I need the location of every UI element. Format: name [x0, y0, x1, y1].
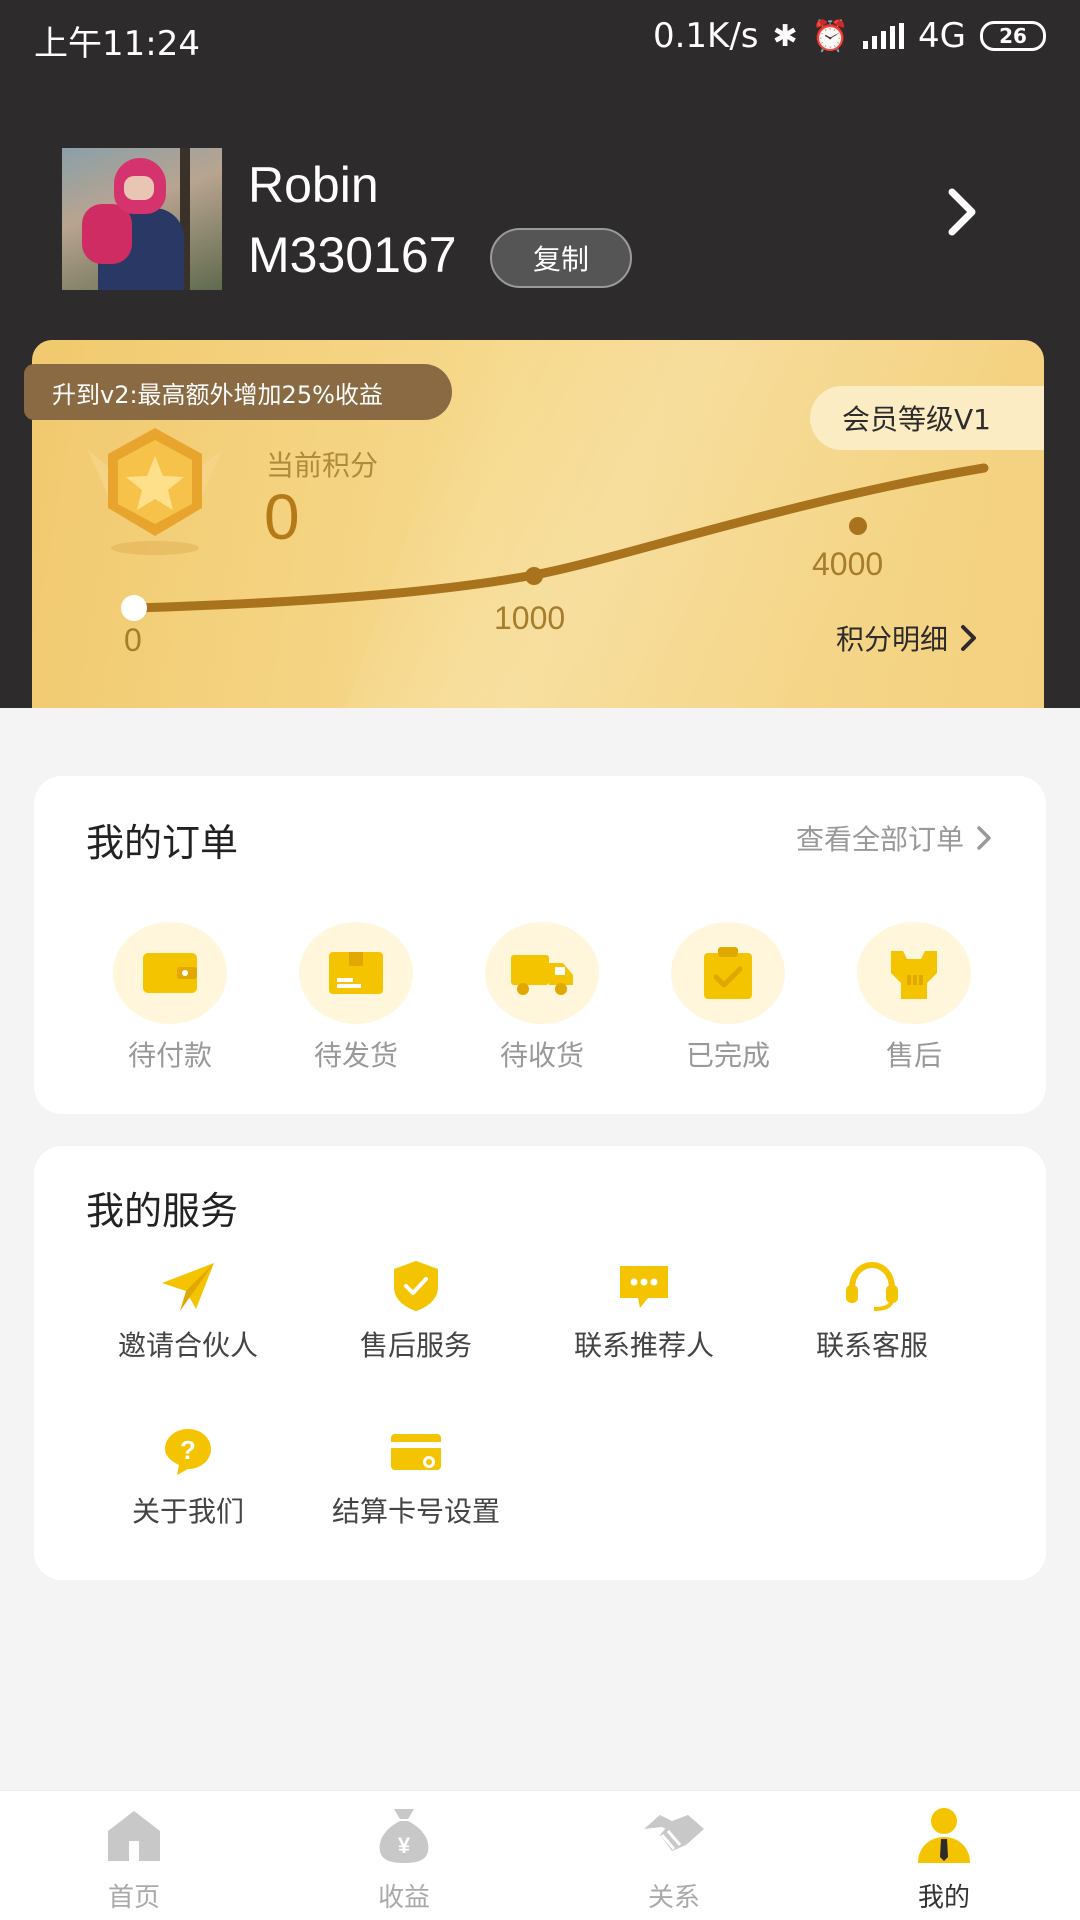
services-card: 我的服务 邀请合伙人 售后服务 联系推荐人 联系客服 ? 关于我们 结算卡号设置: [34, 1146, 1046, 1580]
order-pending-shipment[interactable]: 待发货: [296, 922, 416, 1074]
services-title: 我的服务: [86, 1189, 239, 1233]
chevron-right-icon: [977, 826, 991, 850]
svg-text:¥: ¥: [398, 1833, 411, 1858]
points-value: 0: [264, 481, 300, 553]
tab-label: 首页: [107, 1883, 160, 1913]
order-label: 售后: [885, 1039, 942, 1072]
points-detail-label: 积分明细: [836, 623, 949, 656]
wallet-icon: [143, 953, 197, 993]
tab-home[interactable]: 首页: [74, 1805, 194, 1914]
tick-label-4000: 4000: [812, 546, 884, 582]
bluetooth-icon: ✱: [772, 18, 798, 54]
tab-mine[interactable]: 我的: [884, 1805, 1004, 1914]
view-all-orders-label: 查看全部订单: [795, 823, 964, 856]
order-label: 已完成: [685, 1039, 770, 1072]
tab-earnings[interactable]: ¥ 收益: [344, 1805, 464, 1914]
service-label: 售后服务: [359, 1329, 472, 1362]
alarm-icon: ⏰: [811, 18, 850, 54]
service-after-sales[interactable]: 售后服务: [306, 1256, 526, 1364]
package-icon: [329, 952, 383, 994]
service-customer-support[interactable]: 联系客服: [762, 1256, 982, 1364]
clipboard-check-icon: [704, 947, 752, 999]
points-label: 当前积分: [266, 449, 379, 482]
handshake-icon: [644, 1815, 704, 1851]
network-speed: 0.1K/s: [652, 16, 759, 56]
shield-check-icon: [394, 1261, 438, 1311]
headset-icon: [846, 1261, 898, 1311]
order-pending-receipt[interactable]: 待收货: [482, 922, 602, 1074]
tab-label: 收益: [377, 1883, 430, 1913]
svg-text:?: ?: [180, 1435, 196, 1465]
tab-label: 我的: [917, 1883, 970, 1913]
battery-level: 26: [999, 24, 1027, 48]
battery-icon: 26: [980, 21, 1046, 51]
user-name: Robin: [248, 157, 379, 213]
money-bag-icon: ¥: [379, 1809, 429, 1863]
points-detail-link[interactable]: 积分明细: [836, 618, 980, 658]
network-type: 4G: [918, 16, 966, 56]
order-after-sales[interactable]: 售后: [854, 922, 974, 1074]
orders-title: 我的订单: [86, 821, 239, 865]
chevron-right-icon[interactable]: [940, 182, 984, 242]
card-icon: [391, 1434, 441, 1470]
service-label: 关于我们: [131, 1495, 244, 1528]
order-label: 待收货: [499, 1039, 584, 1072]
status-bar: 上午11:24 0.1K/s ✱ ⏰ 4G 26: [0, 0, 1080, 76]
tick-label-1000: 1000: [494, 600, 566, 636]
order-pending-payment[interactable]: 待付款: [110, 922, 230, 1074]
member-level-badge[interactable]: 会员等级V1: [810, 386, 1044, 450]
avatar[interactable]: [62, 148, 222, 290]
tab-relations[interactable]: 关系: [614, 1805, 734, 1914]
paper-plane-icon: [162, 1263, 214, 1311]
signal-icon: [863, 23, 905, 49]
person-icon: [918, 1808, 970, 1863]
orders-card: 我的订单 查看全部订单 待付款 待发货 待收货 已完成 售后: [34, 776, 1046, 1114]
service-contact-referrer[interactable]: 联系推荐人: [534, 1256, 754, 1364]
service-invite-partner[interactable]: 邀请合伙人: [78, 1256, 298, 1364]
service-label: 联系客服: [815, 1329, 928, 1362]
view-all-orders-link[interactable]: 查看全部订单: [796, 818, 994, 858]
medal-icon: [88, 428, 222, 555]
wrench-icon: [891, 951, 937, 999]
chevron-right-icon: [961, 625, 977, 651]
bottom-tab-bar: 首页 ¥ 收益 关系 我的: [0, 1790, 1080, 1920]
user-id: M330167: [248, 227, 457, 283]
home-icon: [108, 1811, 160, 1861]
service-about-us[interactable]: ? 关于我们: [78, 1422, 298, 1530]
tick-label-0: 0: [124, 622, 142, 658]
truck-icon: [511, 955, 573, 995]
upgrade-banner[interactable]: 升到v2:最高额外增加25%收益: [24, 364, 452, 420]
chat-bubble-icon: [620, 1266, 668, 1308]
copy-button[interactable]: 复制: [490, 228, 632, 288]
status-indicators: 0.1K/s ✱ ⏰ 4G 26: [653, 16, 1046, 56]
order-completed[interactable]: 已完成: [668, 922, 788, 1074]
order-label: 待付款: [127, 1039, 212, 1072]
tab-label: 关系: [647, 1883, 700, 1913]
question-icon: ?: [165, 1429, 211, 1475]
service-settlement-card[interactable]: 结算卡号设置: [306, 1422, 526, 1530]
service-label: 邀请合伙人: [117, 1329, 258, 1362]
service-label: 结算卡号设置: [331, 1495, 500, 1528]
order-label: 待发货: [313, 1039, 398, 1072]
service-label: 联系推荐人: [573, 1329, 714, 1362]
profile-section[interactable]: Robin M330167 复制: [0, 120, 1080, 320]
status-time: 上午11:24: [34, 24, 200, 64]
